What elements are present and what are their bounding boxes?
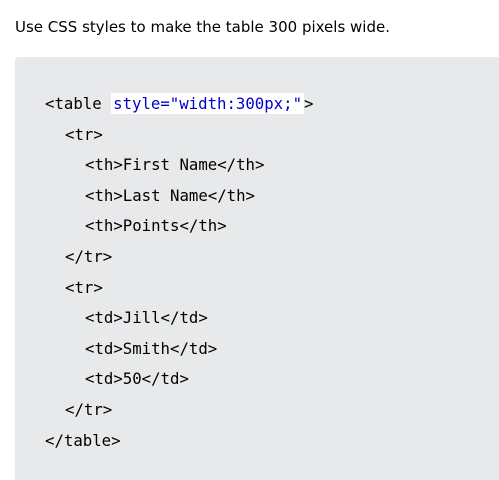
- code-line-th-points: <th>Points</th>: [85, 216, 227, 236]
- code-line-table-open: <table style="width:300px;" >: [45, 89, 313, 120]
- code-line-td-jill: <td>Jill</td>: [85, 308, 208, 328]
- code-editor: <table style="width:300px;" > <tr> <th>Fi…: [15, 57, 499, 480]
- code-line-table-close: </table>: [45, 430, 121, 450]
- code-block: <table style="width:300px;" > <tr> <th>Fi…: [45, 89, 313, 456]
- code-line-th-first-name: <th>First Name</th>: [85, 155, 265, 175]
- code-line-tr-open: <tr>: [65, 124, 103, 144]
- code-line-th-last-name: <th>Last Name</th>: [85, 185, 256, 205]
- code-line-tr-close: </tr>: [65, 399, 113, 419]
- code-line-td-50: <td>50</td>: [85, 369, 189, 389]
- code-line-td-smith: <td>Smith</td>: [85, 338, 218, 358]
- table-open-tag: <table: [45, 94, 102, 113]
- code-line-tr-open: <tr>: [65, 277, 103, 297]
- style-attribute-input[interactable]: style="width:300px;": [111, 93, 305, 114]
- code-line-tr-close: </tr>: [65, 246, 113, 266]
- table-open-close-bracket: >: [304, 94, 314, 113]
- exercise-instruction: Use CSS styles to make the table 300 pix…: [15, 18, 390, 36]
